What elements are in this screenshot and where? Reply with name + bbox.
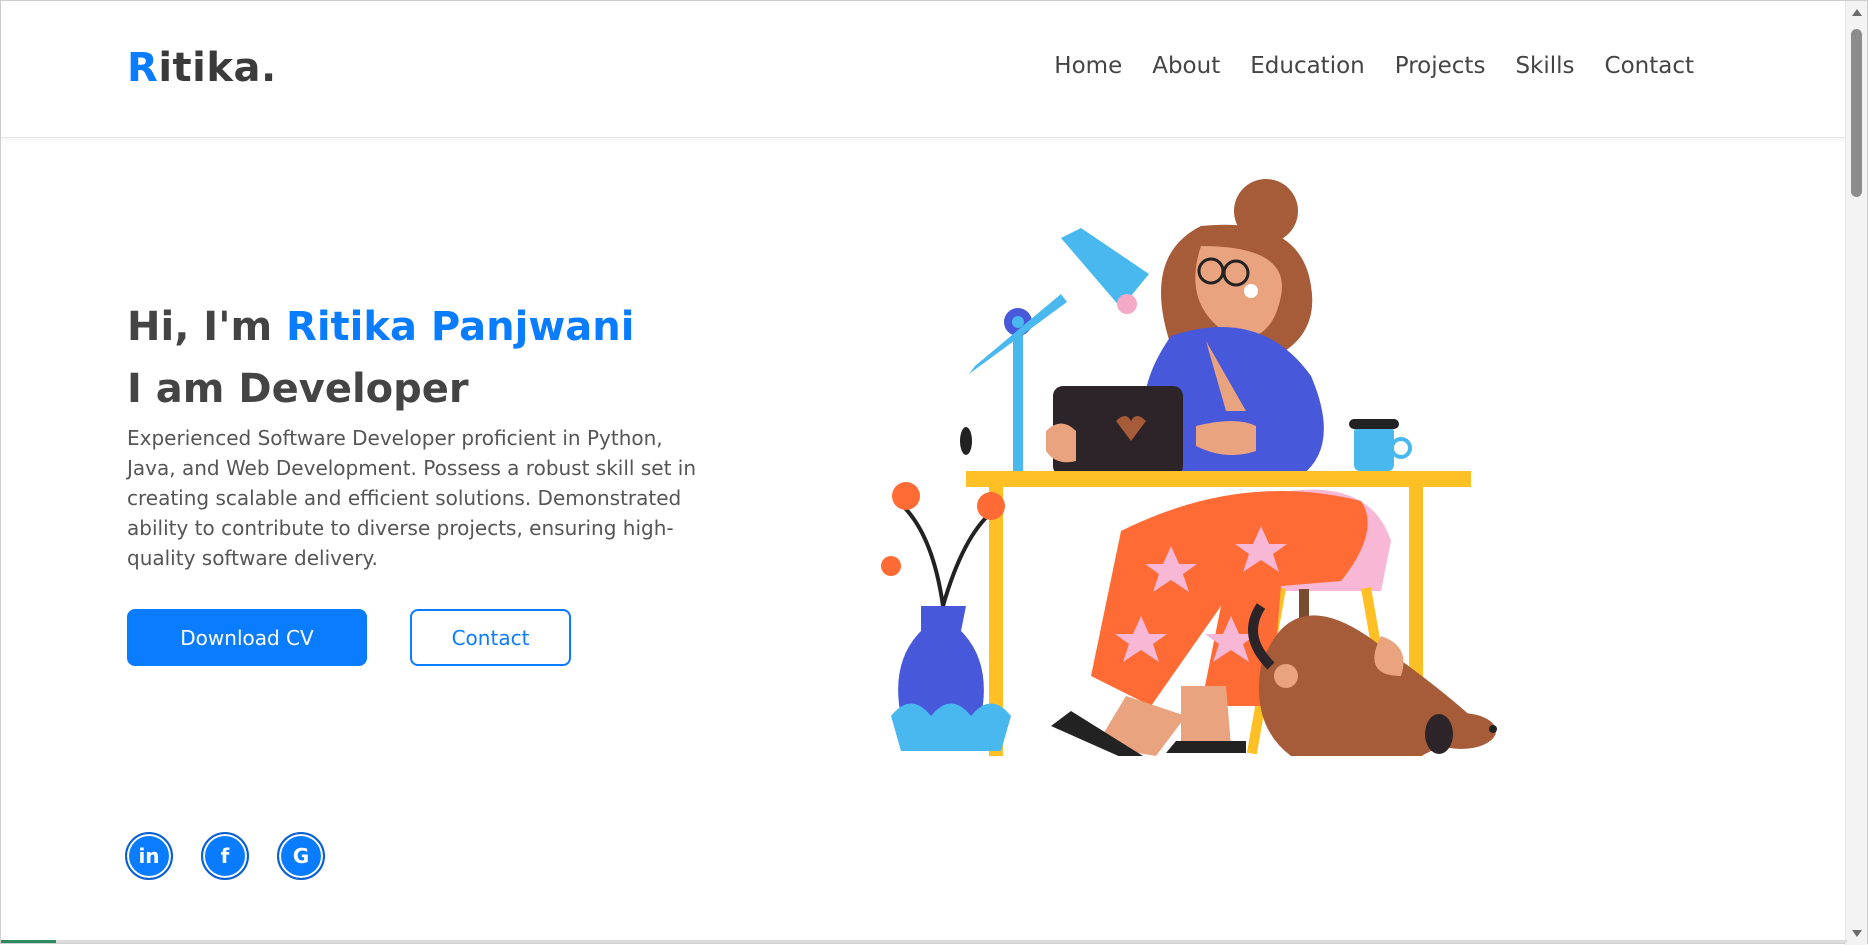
hero-description: Experienced Software Developer proficien… — [127, 426, 696, 570]
developer-illustration — [881, 179, 1497, 756]
logo-rest: itika. — [158, 45, 277, 91]
main-nav: Home About Education Projects Skills Con… — [1054, 53, 1694, 79]
logo[interactable]: Ritika. — [127, 45, 277, 91]
hero-title: Hi, I'm Ritika Panjwani I am Developer — [127, 296, 634, 420]
hero-name: Ritika Panjwani — [286, 304, 635, 350]
taskbar-accent — [1, 940, 56, 943]
nav-contact[interactable]: Contact — [1605, 53, 1694, 79]
google-glyph: G — [292, 844, 310, 868]
scroll-up-icon[interactable] — [1852, 9, 1862, 16]
social-links: in f G — [125, 832, 325, 880]
linkedin-glyph: in — [138, 844, 160, 868]
download-cv-button[interactable]: Download CV — [127, 609, 367, 666]
contact-button[interactable]: Contact — [410, 609, 571, 666]
nav-education[interactable]: Education — [1250, 53, 1365, 79]
nav-skills[interactable]: Skills — [1515, 53, 1574, 79]
facebook-glyph: f — [220, 844, 230, 868]
nav-about[interactable]: About — [1152, 53, 1220, 79]
coffee-mug-icon — [1349, 419, 1412, 471]
scroll-down-icon[interactable] — [1852, 930, 1862, 937]
facebook-icon[interactable]: f — [201, 832, 249, 880]
site-header: Ritika. Home About Education Projects Sk… — [1, 1, 1847, 138]
hero-role: I am Developer — [127, 366, 469, 412]
logo-accent: R — [127, 45, 159, 91]
nav-home[interactable]: Home — [1054, 53, 1122, 79]
bottom-edge — [56, 940, 1847, 943]
page-scrollbar[interactable] — [1845, 1, 1867, 945]
google-icon[interactable]: G — [277, 832, 325, 880]
scroll-thumb[interactable] — [1851, 29, 1862, 197]
hero-greeting: Hi, I'm — [127, 304, 287, 350]
girl-figure-icon — [1046, 179, 1324, 476]
browser-window: Ritika. Home About Education Projects Sk… — [0, 0, 1868, 945]
linkedin-icon[interactable]: in — [125, 832, 173, 880]
nav-projects[interactable]: Projects — [1395, 53, 1486, 79]
